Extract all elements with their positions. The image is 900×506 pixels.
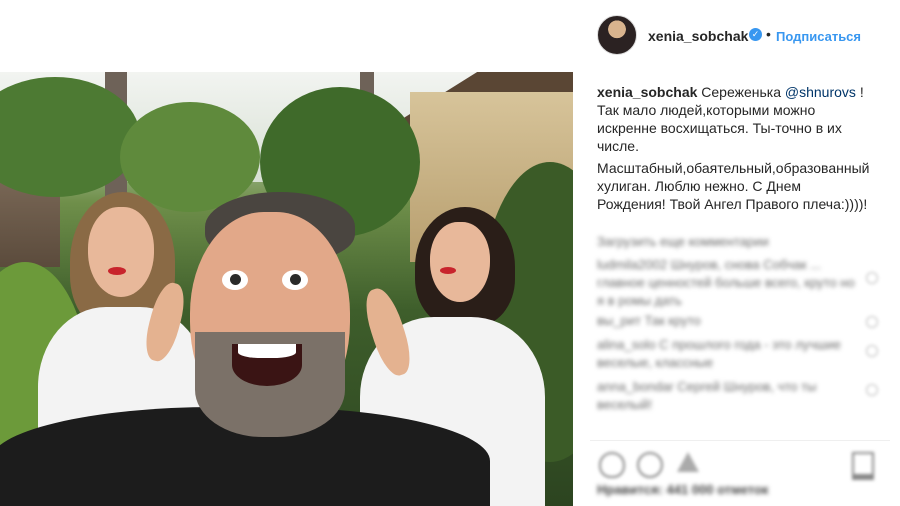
verified-icon: ✓ <box>749 28 762 41</box>
separator-dot: • <box>766 26 771 42</box>
heart-icon[interactable] <box>866 345 878 357</box>
likes-count: Нравится: 441 000 отметок <box>597 482 769 497</box>
face <box>88 207 154 297</box>
lips <box>108 267 126 275</box>
heart-icon[interactable] <box>866 272 878 284</box>
post-sidebar <box>573 0 900 506</box>
load-more-comments-link[interactable]: Загрузить еще комментарии <box>597 233 769 251</box>
caption-text: Сереженька <box>701 84 781 100</box>
caption-text: Масштабный,обаятельный,образованный хули… <box>597 160 870 212</box>
heart-icon[interactable] <box>599 452 625 478</box>
comment-icon[interactable] <box>637 452 663 478</box>
comment-item: anna_bondar Сергей Шнуров, что ты веселы… <box>597 379 817 412</box>
caption-mention[interactable]: @shnurovs <box>785 84 856 100</box>
caption-author[interactable]: xenia_sobchak <box>597 84 697 100</box>
comment-item: ludmila2002 Шнуров, снова Собчак ... гла… <box>597 257 855 308</box>
teeth <box>238 344 296 358</box>
post-photo[interactable] <box>0 72 573 506</box>
comment-item: вы_рит Так круто <box>597 313 701 328</box>
divider <box>590 440 890 441</box>
comment-item: alina_solo С прошлого года - это лучшие … <box>597 337 841 370</box>
avatar[interactable] <box>597 15 637 55</box>
share-icon[interactable] <box>677 452 699 472</box>
pupil <box>290 274 301 285</box>
heart-icon[interactable] <box>866 316 878 328</box>
follow-button[interactable]: Подписаться <box>776 29 861 44</box>
pupil <box>230 274 241 285</box>
lips <box>440 267 456 274</box>
post-username[interactable]: xenia_sobchak <box>648 28 748 44</box>
face <box>430 222 490 302</box>
post-caption: xenia_sobchak Сереженька @shnurovs ! Так… <box>597 83 869 213</box>
heart-icon[interactable] <box>866 384 878 396</box>
bookmark-icon[interactable] <box>852 452 874 480</box>
